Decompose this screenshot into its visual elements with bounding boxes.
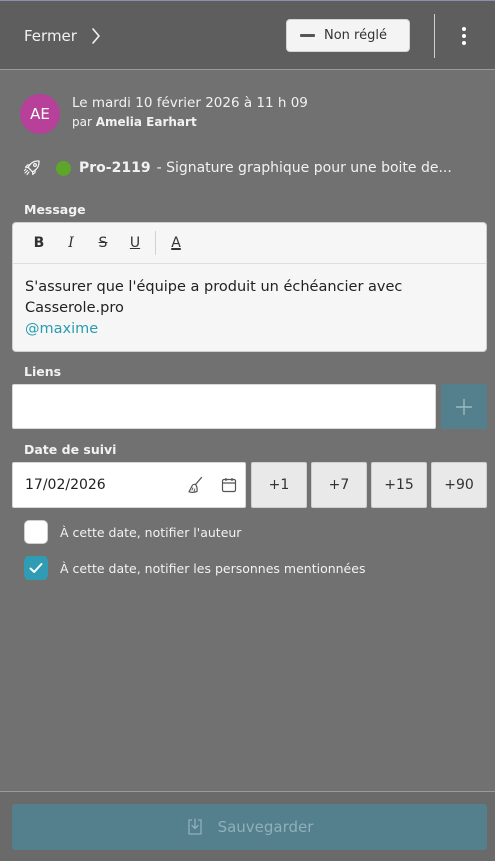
note-date: Le mardi 10 février 2026 à 11 h 09: [72, 95, 308, 111]
avatar: AE: [20, 94, 60, 134]
task-id: Pro-2119: [79, 160, 151, 176]
calendar-icon[interactable]: [221, 477, 237, 493]
mention-link[interactable]: @maxime: [25, 319, 474, 340]
underline-button[interactable]: U: [119, 228, 151, 258]
header-divider: [434, 14, 435, 58]
message-line-1: S'assurer que l'équipe a produit un éché…: [25, 279, 403, 295]
status-dropdown[interactable]: Non réglé: [286, 19, 410, 52]
bold-button[interactable]: B: [23, 228, 55, 258]
close-button[interactable]: Fermer: [24, 23, 101, 49]
author-prefix: par: [72, 115, 92, 129]
notify-mentioned-label: À cette date, notifier les personnes men…: [60, 560, 366, 576]
note-author: par Amelia Earhart: [72, 115, 197, 129]
checkmark-icon: [29, 563, 43, 573]
footer-bar: Sauvegarder: [0, 791, 495, 861]
plus-15-days-button[interactable]: +15: [371, 462, 427, 508]
plus-90-days-button[interactable]: +90: [431, 462, 487, 508]
header-bar: Fermer Non réglé: [0, 0, 495, 70]
links-label: Liens: [24, 364, 62, 379]
dash-icon: [300, 34, 315, 37]
text-color-button[interactable]: A: [160, 228, 192, 258]
plus-1-day-button[interactable]: +1: [251, 462, 307, 508]
notify-author-label: À cette date, notifier l'auteur: [60, 524, 242, 540]
notify-author-checkbox[interactable]: [24, 520, 48, 544]
message-text[interactable]: S'assurer que l'équipe a produit un éché…: [13, 264, 486, 340]
followup-date-input[interactable]: 17/02/2026: [12, 462, 246, 508]
links-input[interactable]: [12, 384, 436, 429]
message-line-2: Casserole.pro: [25, 300, 124, 316]
more-options-icon[interactable]: [452, 23, 476, 49]
task-status-dot: [56, 160, 71, 176]
followup-label: Date de suivi: [24, 442, 117, 457]
broom-icon[interactable]: [186, 476, 204, 494]
chevron-right-icon: [92, 28, 100, 44]
save-button[interactable]: Sauvegarder: [12, 804, 487, 850]
close-label: Fermer: [24, 27, 77, 45]
status-label: Non réglé: [324, 28, 387, 43]
save-label: Sauvegarder: [217, 818, 314, 836]
editor-toolbar: B I S U A: [13, 223, 486, 264]
italic-button[interactable]: I: [55, 228, 87, 258]
plus-icon: [456, 398, 472, 415]
notify-mentioned-option[interactable]: À cette date, notifier les personnes men…: [24, 556, 365, 580]
add-link-button[interactable]: [441, 384, 487, 429]
followup-date-value: 17/02/2026: [25, 477, 106, 493]
message-label: Message: [24, 202, 86, 217]
save-download-icon: [187, 818, 202, 835]
plus-7-days-button[interactable]: +7: [311, 462, 367, 508]
author-name: Amelia Earhart: [95, 115, 197, 129]
strikethrough-button[interactable]: S: [87, 228, 119, 258]
toolbar-separator: [155, 231, 156, 255]
rocket-icon: [23, 160, 40, 176]
message-editor[interactable]: B I S U A S'assurer que l'équipe a produ…: [12, 222, 487, 352]
notify-mentioned-checkbox[interactable]: [24, 556, 48, 580]
task-reference[interactable]: Pro-2119 - Signature graphique pour une …: [22, 156, 482, 180]
notify-author-option[interactable]: À cette date, notifier l'auteur: [24, 520, 241, 544]
task-title: - Signature graphique pour une boite de.…: [156, 160, 452, 176]
